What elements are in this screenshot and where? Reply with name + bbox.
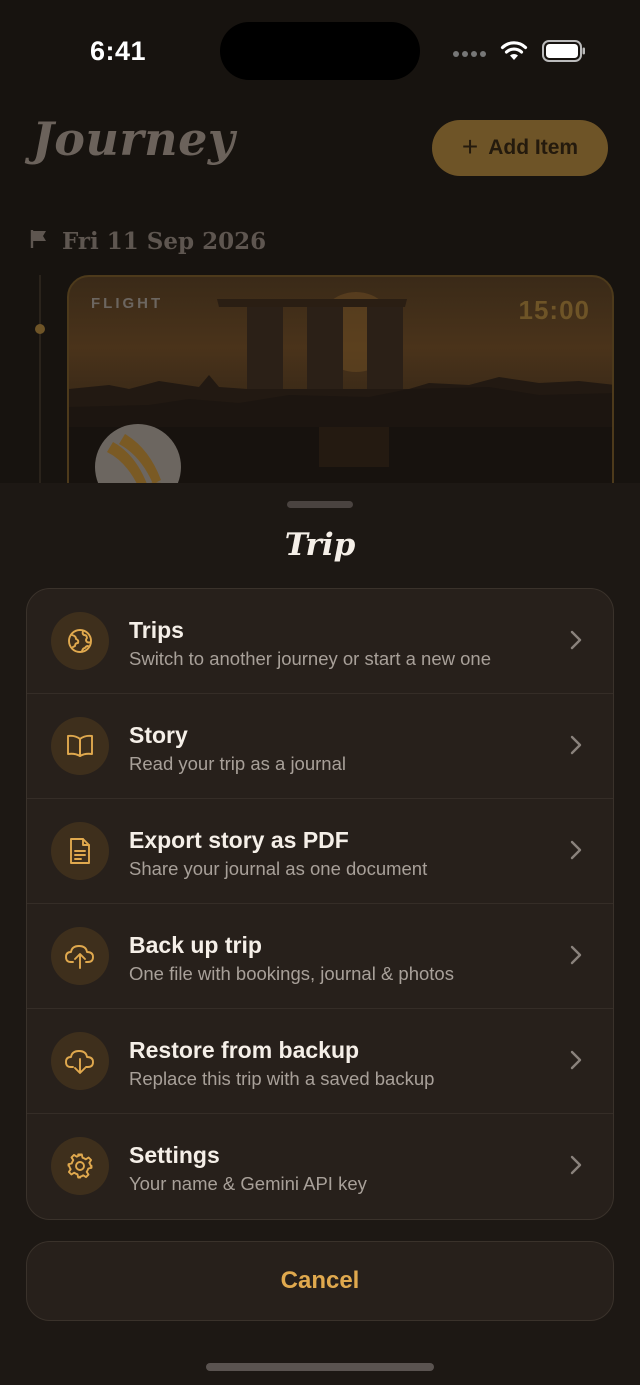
flight-time: 15:00 xyxy=(518,295,590,325)
status-bar: 6:41 xyxy=(0,0,640,100)
menu-item-title: Export story as PDF xyxy=(129,827,349,853)
menu-item-restore[interactable]: Restore from backup Replace this trip wi… xyxy=(27,1009,613,1114)
chevron-right-icon xyxy=(569,839,583,866)
menu-item-subtitle: Read your trip as a journal xyxy=(129,753,346,774)
plus-icon: + xyxy=(461,131,479,162)
cloud-download-icon xyxy=(51,1032,109,1090)
timeline-dot xyxy=(35,324,45,334)
status-time: 6:41 xyxy=(90,36,147,66)
menu-item-title: Story xyxy=(129,722,188,748)
chevron-right-icon xyxy=(569,629,583,656)
book-open-icon xyxy=(51,717,109,775)
menu-item-subtitle: One file with bookings, journal & photos xyxy=(129,963,454,984)
trip-action-sheet: Trip Trips Switch to another journey or … xyxy=(0,483,640,1385)
page-title: Journey xyxy=(32,112,236,166)
sheet-grabber[interactable] xyxy=(287,501,353,508)
menu-item-settings[interactable]: Settings Your name & Gemini API key xyxy=(27,1114,613,1219)
chevron-right-icon xyxy=(569,1154,583,1181)
status-icons xyxy=(452,40,586,67)
menu-item-export-pdf[interactable]: Export story as PDF Share your journal a… xyxy=(27,799,613,904)
menu-item-subtitle: Your name & Gemini API key xyxy=(129,1173,367,1194)
add-item-label: Add Item xyxy=(488,136,579,159)
menu-item-title: Back up trip xyxy=(129,932,262,958)
day-label: Fri 11 Sep 2026 xyxy=(62,228,267,255)
cellular-signal-icon xyxy=(452,45,486,63)
chevron-right-icon xyxy=(569,944,583,971)
cloud-upload-icon xyxy=(51,927,109,985)
sheet-title: Trip xyxy=(284,527,356,563)
flight-card[interactable]: FLIGHT 15:00 xyxy=(67,275,614,490)
menu-item-title: Settings xyxy=(129,1142,220,1168)
menu-item-subtitle: Share your journal as one document xyxy=(129,858,428,879)
wifi-icon xyxy=(500,40,528,67)
menu-item-subtitle: Switch to another journey or start a new… xyxy=(129,648,491,669)
menu-item-subtitle: Replace this trip with a saved backup xyxy=(129,1068,435,1089)
gear-icon xyxy=(51,1137,109,1195)
home-indicator xyxy=(206,1363,434,1371)
document-icon xyxy=(51,822,109,880)
menu-item-title: Trips xyxy=(129,617,184,643)
dynamic-island xyxy=(220,22,420,80)
cancel-button[interactable]: Cancel xyxy=(26,1241,614,1321)
chevron-right-icon xyxy=(569,734,583,761)
timeline-line xyxy=(39,275,41,490)
menu-item-backup[interactable]: Back up trip One file with bookings, jou… xyxy=(27,904,613,1009)
globe-icon xyxy=(51,612,109,670)
add-item-button[interactable]: + Add Item xyxy=(432,120,608,176)
flag-icon xyxy=(30,229,48,254)
menu-item-title: Restore from backup xyxy=(129,1037,360,1063)
menu-item-trips[interactable]: Trips Switch to another journey or start… xyxy=(27,589,613,694)
chevron-right-icon xyxy=(569,1049,583,1076)
menu-item-story[interactable]: Story Read your trip as a journal xyxy=(27,694,613,799)
flight-type-label: FLIGHT xyxy=(91,295,164,312)
battery-icon xyxy=(542,40,586,67)
trip-menu: Trips Switch to another journey or start… xyxy=(26,588,614,1220)
background-page: 6:41 Journey + Add Item Fri 11 Sep 2026 xyxy=(0,0,640,490)
day-header: Fri 11 Sep 2026 xyxy=(30,228,266,255)
